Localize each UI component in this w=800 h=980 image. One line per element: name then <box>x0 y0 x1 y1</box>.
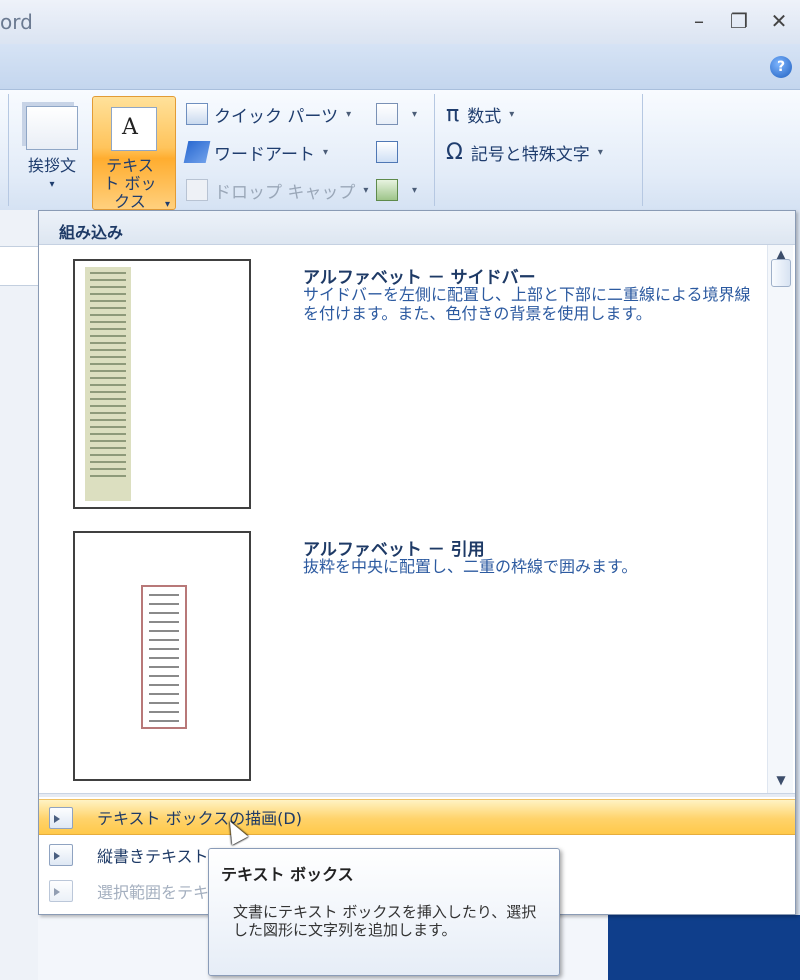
document-scrollbar[interactable] <box>796 210 800 915</box>
group-separator <box>642 94 643 206</box>
wordart-icon <box>183 141 211 163</box>
date-time-button[interactable] <box>376 138 404 166</box>
quick-parts-icon <box>186 103 208 125</box>
ruler <box>0 246 38 286</box>
gallery-header: 組み込み <box>39 211 795 245</box>
vertical-text-box-icon <box>49 844 73 866</box>
text-box-button[interactable]: A テキスト ボックス ▾ <box>92 96 176 211</box>
restore-icon[interactable]: ❐ <box>726 8 752 34</box>
tooltip-title: テキスト ボックス <box>221 865 354 884</box>
text-box-gallery: 組み込み アルファベット － サイドバー サイドバーを左側に配置し、上部と下部に… <box>38 210 796 915</box>
sidebar-band <box>85 267 131 501</box>
scroll-thumb[interactable] <box>771 259 791 287</box>
draw-text-box-icon <box>49 807 73 829</box>
gallery-scrollbar[interactable]: ▲ ▼ <box>767 245 793 793</box>
save-selection-icon <box>49 880 73 902</box>
date-time-icon <box>376 141 398 163</box>
quote-box <box>141 585 187 729</box>
drop-cap-icon <box>186 179 208 201</box>
tooltip-body: 文書にテキスト ボックスを挿入したり、選択した図形に文字列を追加します。 <box>233 903 537 939</box>
greeting-label: 挨拶文 <box>27 156 76 175</box>
text-box-icon: A <box>111 107 157 151</box>
group-separator <box>8 94 9 206</box>
symbol-button[interactable]: Ω 記号と特殊文字 ▾ <box>446 138 603 166</box>
gallery-item-description: 抜粋を中央に配置し、二重の枠線で囲みます。 <box>303 557 638 576</box>
wordart-button[interactable]: ワードアート ▾ <box>183 138 328 166</box>
quote-preview-thumbnail[interactable] <box>73 531 251 781</box>
symbol-icon: Ω <box>446 139 463 165</box>
insert-object-icon <box>376 179 398 201</box>
gallery-item-description: サイドバーを左側に配置し、上部と下部に二重線による境界線を付けます。また、色付き… <box>303 285 751 323</box>
close-icon[interactable]: ✕ <box>766 8 792 34</box>
help-icon[interactable]: ? <box>770 56 792 78</box>
document-area <box>0 210 38 980</box>
greeting-icon <box>26 106 78 150</box>
sidebar-preview-thumbnail[interactable] <box>73 259 251 509</box>
equation-button[interactable]: π 数式 ▾ <box>446 100 514 128</box>
greeting-button[interactable]: 挨拶文 ▾ <box>18 100 86 194</box>
title-bar: ord – ❐ ✕ <box>0 0 800 44</box>
window-title: ord <box>0 10 33 34</box>
group-separator <box>434 94 435 206</box>
gallery-list: アルファベット － サイドバー サイドバーを左側に配置し、上部と下部に二重線によ… <box>39 245 767 793</box>
tooltip: テキスト ボックス 文書にテキスト ボックスを挿入したり、選択した図形に文字列を… <box>208 848 560 976</box>
draw-text-box-command[interactable]: テキスト ボックスの描画(D) <box>39 799 795 835</box>
insert-object-button[interactable]: ▾ <box>376 176 417 204</box>
drop-cap-button[interactable]: ドロップ キャップ ▾ <box>186 176 368 204</box>
signature-line-icon <box>376 103 398 125</box>
gallery-separator <box>39 793 795 797</box>
document-page-edge <box>608 915 800 980</box>
signature-line-button[interactable]: ▾ <box>376 100 417 128</box>
quick-parts-button[interactable]: クイック パーツ ▾ <box>186 100 351 128</box>
minimize-icon[interactable]: – <box>686 8 712 34</box>
scroll-down-icon[interactable]: ▼ <box>768 773 794 787</box>
ribbon-tab-strip: ? <box>0 44 800 90</box>
text-box-label: テキスト ボックス ▾ <box>103 156 171 211</box>
equation-icon: π <box>446 101 460 127</box>
